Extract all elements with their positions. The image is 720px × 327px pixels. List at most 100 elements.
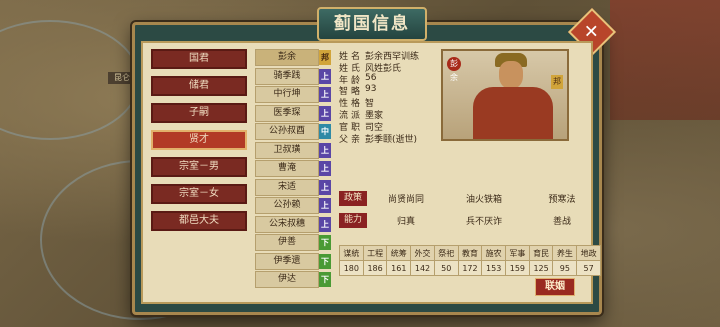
category-tab[interactable]: 都邑大夫 (151, 211, 247, 231)
rank-badge: 下 (319, 235, 331, 250)
rank-badge: 邦 (319, 50, 331, 65)
stat-header: 统筹 (386, 245, 412, 261)
rank-badge: 上 (319, 105, 331, 121)
person-list-item[interactable]: 伊季遗下 (255, 252, 331, 270)
stats-value-row: 180 186 161 142 50 172 153 159 125 95 57 (339, 260, 601, 276)
category-tab[interactable]: 宗室－女 (151, 184, 247, 204)
person-list-item[interactable]: 伊善下 (255, 234, 331, 251)
person-list-item[interactable]: 卫叔璜上 (255, 141, 331, 159)
ability-label: 能力 (339, 212, 367, 228)
rank-badge: 下 (319, 253, 331, 269)
info-label: 智略 (339, 87, 364, 98)
info-label: 父亲 (339, 134, 364, 145)
person-name: 中行坤 (255, 86, 319, 103)
close-icon: ✕ (584, 21, 600, 43)
stat-value: 153 (481, 260, 507, 276)
policy-value[interactable]: 预寒法 (523, 192, 601, 205)
stat-value: 50 (433, 260, 459, 276)
person-list-item[interactable]: 伊达下 (255, 271, 331, 288)
person-name: 公孙叔酉 (255, 123, 319, 140)
info-label: 官职 (339, 122, 364, 133)
stat-header: 育民 (528, 245, 554, 261)
enemy-territory (610, 0, 720, 120)
stat-header: 祭祀 (433, 245, 459, 261)
face-shape (499, 61, 523, 89)
person-name: 彭余 (255, 49, 319, 66)
stat-value: 172 (457, 260, 483, 276)
info-label: 姓名 (339, 52, 364, 62)
category-tab[interactable]: 贤才 (151, 130, 247, 150)
person-list-item[interactable]: 公孙赖上 (255, 197, 331, 214)
rank-badge: 上 (319, 179, 331, 195)
info-label: 年龄 (339, 75, 364, 86)
category-tab[interactable]: 宗室－男 (151, 157, 247, 177)
person-list-item[interactable]: 公宋叔穗上 (255, 215, 331, 233)
stat-header: 工程 (362, 245, 388, 261)
person-name: 伊季遗 (255, 252, 319, 270)
stat-header: 地政 (576, 245, 601, 261)
stat-value: 142 (410, 260, 435, 276)
person-list-item[interactable]: 曹淹上 (255, 160, 331, 177)
ability-value[interactable]: 善战 (523, 214, 601, 227)
rank-badge: 下 (319, 272, 331, 287)
marriage-button[interactable]: 联姻 (535, 278, 575, 296)
person-list-item[interactable]: 骑季践上 (255, 67, 331, 85)
person-list-item[interactable]: 公孙叔酉中 (255, 123, 331, 140)
stat-header: 外交 (410, 245, 435, 261)
person-list-item[interactable]: 中行坤上 (255, 86, 331, 103)
person-list-item[interactable]: 彭余邦 (255, 49, 331, 66)
dialog-title: 蓟国信息 (317, 7, 427, 41)
person-name: 医季琛 (255, 104, 319, 122)
policy-value[interactable]: 尚贤尚同 (367, 192, 445, 205)
stat-header: 施农 (481, 245, 507, 261)
person-name: 公孙赖 (255, 197, 319, 214)
category-tab[interactable]: 子嗣 (151, 103, 247, 123)
info-label: 性格 (339, 99, 364, 110)
category-list: 国君储君子嗣贤才宗室－男宗室－女都邑大夫 (151, 49, 247, 238)
dialog-content: 国君 储君 子嗣 贤才 宗室－男 宗室－女 都邑大夫 彭余邦骑季践上中行坤上医季琛上公孙叔酉… (141, 41, 601, 304)
stat-value: 180 (339, 260, 364, 276)
stat-value: 57 (576, 260, 601, 276)
person-name: 伊达 (255, 271, 319, 288)
stats-table: 谋統 工程 统筹 外交 祭祀 教育 施农 军事 育民 养生 地政 180 186 161 142 50 172… (339, 245, 601, 276)
policy-value[interactable]: 油火铁箱 (445, 192, 523, 205)
ability-value[interactable]: 归真 (367, 214, 445, 227)
person-name: 卫叔璜 (255, 141, 319, 159)
person-list: 彭余邦骑季践上中行坤上医季琛上公孙叔酉中卫叔璜上曹淹上宋适上公孙赖上公宋叔穗上伊… (255, 49, 331, 299)
rank-badge: 上 (319, 68, 331, 84)
rank-badge: 上 (319, 142, 331, 158)
category-tab[interactable]: 国君 (151, 49, 247, 69)
person-name: 宋适 (255, 178, 319, 196)
portrait: 彭余 邦 (441, 49, 569, 141)
rank-badge: 上 (319, 198, 331, 213)
rank-badge: 上 (319, 87, 331, 102)
stat-value: 161 (386, 260, 412, 276)
info-label: 姓氏 (339, 63, 364, 74)
ability-row: 能力 归真 兵不厌诈 善战 (339, 211, 601, 229)
policy-label: 政策 (339, 190, 367, 206)
portrait-state-badge: 邦 (551, 75, 563, 89)
info-label: 流派 (339, 110, 364, 121)
portrait-name-tag: 彭余 (447, 57, 461, 82)
stat-value: 186 (362, 260, 388, 276)
category-tab[interactable]: 储君 (151, 76, 247, 96)
stat-value: 159 (505, 260, 530, 276)
person-list-item[interactable]: 宋适上 (255, 178, 331, 196)
person-name: 骑季践 (255, 67, 319, 85)
stat-value: 95 (552, 260, 578, 276)
stat-header: 教育 (457, 245, 483, 261)
rank-badge: 上 (319, 161, 331, 176)
stat-value: 125 (528, 260, 554, 276)
state-info-dialog: 蓟国信息 ✕ 国君 储君 子嗣 贤才 宗室－男 宗室－女 都邑大夫 彭余邦骑季践上中行坤上医… (132, 7, 617, 315)
rank-badge: 中 (319, 124, 331, 139)
stat-header: 谋統 (339, 245, 364, 261)
person-list-item[interactable]: 医季琛上 (255, 104, 331, 122)
rank-badge: 上 (319, 216, 331, 232)
stat-header: 养生 (552, 245, 578, 261)
policy-row: 政策 尚贤尚同 油火铁箱 预寒法 (339, 189, 601, 207)
person-name: 伊善 (255, 234, 319, 251)
armor-shape (473, 87, 553, 139)
ability-value[interactable]: 兵不厌诈 (445, 214, 523, 227)
person-name: 曹淹 (255, 160, 319, 177)
stat-header: 军事 (505, 245, 530, 261)
